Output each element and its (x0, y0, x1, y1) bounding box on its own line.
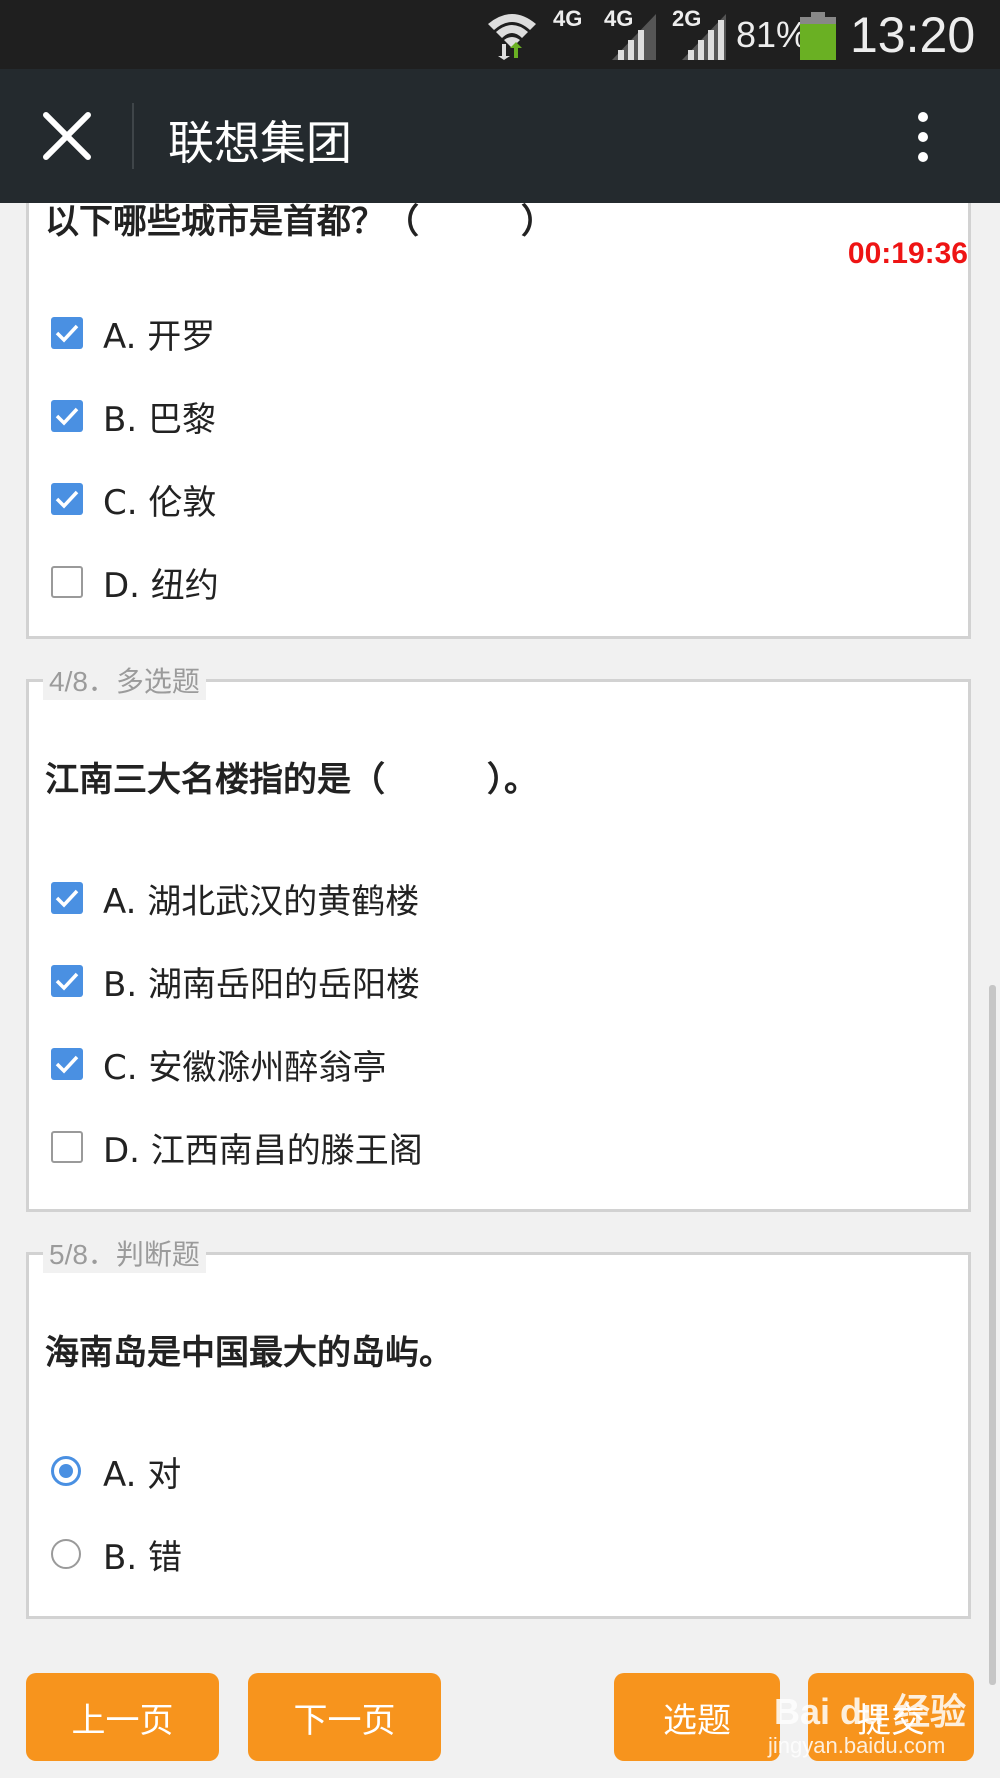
checkbox-checked-icon[interactable] (51, 882, 83, 914)
option-a[interactable]: A. 湖北武汉的黄鹤楼 (51, 870, 419, 926)
close-icon[interactable] (40, 109, 94, 163)
option-d[interactable]: D. 江西南昌的滕王阁 (51, 1119, 423, 1175)
network-type-1: 4G (553, 6, 583, 31)
option-label: B. 错 (103, 1537, 182, 1578)
checkbox-unchecked-icon[interactable] (51, 1131, 83, 1163)
question-list[interactable]: 以下哪些城市是首都？（ ） 00:19:36 A. 开罗 B. 巴黎 C. 伦敦… (0, 203, 1000, 1778)
watermark-logo: Bai du 经验 jingyan.baidu.com (768, 1675, 968, 1765)
signal-icon (612, 14, 656, 60)
option-d[interactable]: D. 纽约 (51, 554, 219, 610)
question-card-4: 4/8．多选题 江南三大名楼指的是（ ）。 A. 湖北武汉的黄鹤楼 B. 湖南岳… (26, 660, 971, 1212)
option-b[interactable]: B. 湖南岳阳的岳阳楼 (51, 953, 420, 1009)
title-divider (132, 103, 134, 169)
question-number: 5/8．判断题 (43, 1233, 206, 1273)
question-text: 江南三大名楼指的是（ ）。 (45, 760, 538, 800)
option-label: A. 湖北武汉的黄鹤楼 (103, 881, 420, 922)
option-label: C. 伦敦 (103, 482, 217, 523)
select-question-button[interactable]: 选题 (614, 1673, 780, 1761)
radio-unselected-icon[interactable] (51, 1539, 81, 1569)
checkbox-checked-icon[interactable] (51, 965, 83, 997)
clock: 13:20 (850, 7, 976, 63)
scrollbar[interactable] (989, 985, 996, 1685)
option-label: A. 对 (103, 1454, 182, 1495)
question-card-5: 5/8．判断题 海南岛是中国最大的岛屿。 A. 对 B. 错 (26, 1233, 971, 1619)
option-b[interactable]: B. 错 (51, 1526, 182, 1582)
signal-icon (682, 14, 726, 60)
status-bar: 4G 4G 2G 81% 13:20 (0, 0, 1000, 69)
option-label: D. 江西南昌的滕王阁 (103, 1130, 423, 1171)
option-c[interactable]: C. 安徽滁州醉翁亭 (51, 1036, 386, 1092)
checkbox-checked-icon[interactable] (51, 1048, 83, 1080)
option-b[interactable]: B. 巴黎 (51, 388, 216, 444)
option-label: B. 湖南岳阳的岳阳楼 (103, 964, 420, 1005)
page-title: 联想集团 (168, 116, 352, 170)
countdown-timer: 00:19:36 (847, 237, 968, 270)
checkbox-checked-icon[interactable] (51, 317, 83, 349)
next-page-button[interactable]: 下一页 (248, 1673, 441, 1761)
watermark-brand: Bai du 经验 (774, 1691, 967, 1732)
option-label: A. 开罗 (103, 316, 216, 357)
checkbox-checked-icon[interactable] (51, 400, 83, 432)
option-a[interactable]: A. 开罗 (51, 305, 215, 361)
question-text: 海南岛是中国最大的岛屿。 (45, 1333, 453, 1373)
option-c[interactable]: C. 伦敦 (51, 471, 216, 527)
option-a[interactable]: A. 对 (51, 1443, 181, 1499)
checkbox-unchecked-icon[interactable] (51, 566, 83, 598)
question-card-3: 以下哪些城市是首都？（ ） 00:19:36 A. 开罗 B. 巴黎 C. 伦敦… (26, 203, 971, 639)
checkbox-checked-icon[interactable] (51, 483, 83, 515)
question-number: 4/8．多选题 (43, 660, 206, 700)
question-text: 以下哪些城市是首都？（ ） (45, 203, 555, 242)
more-vertical-icon[interactable] (905, 107, 941, 167)
watermark-url: jingyan.baidu.com (768, 1733, 946, 1758)
wifi-icon (488, 14, 536, 60)
battery-icon (800, 12, 836, 60)
battery-percentage: 81% (736, 14, 809, 55)
option-label: D. 纽约 (103, 565, 219, 606)
option-label: B. 巴黎 (103, 399, 216, 440)
radio-selected-icon[interactable] (51, 1456, 81, 1486)
title-bar: 联想集团 (0, 69, 1000, 203)
prev-page-button[interactable]: 上一页 (26, 1673, 219, 1761)
option-label: C. 安徽滁州醉翁亭 (103, 1047, 387, 1088)
